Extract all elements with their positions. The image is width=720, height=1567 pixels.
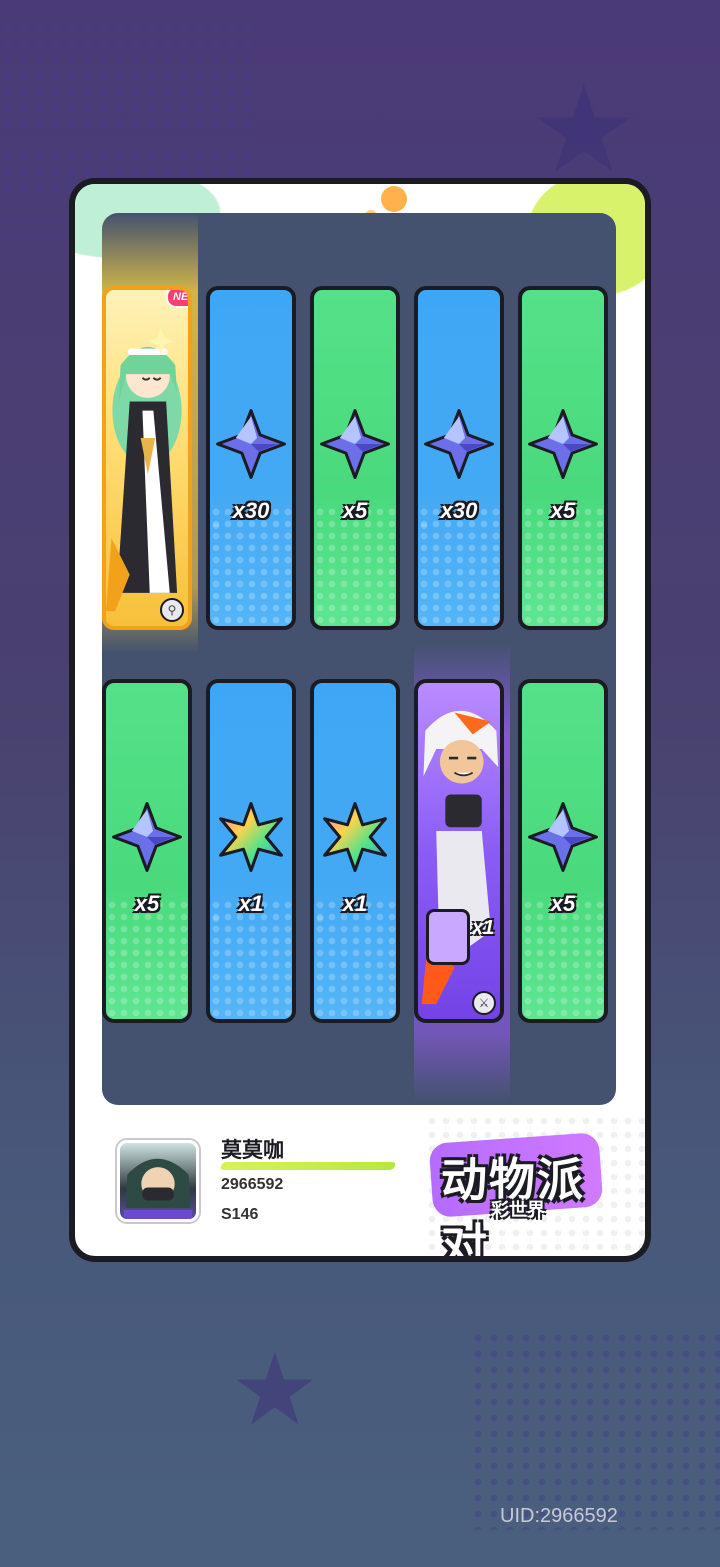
halftone-pattern xyxy=(210,506,292,626)
player-avatar[interactable] xyxy=(117,1140,199,1222)
item-quantity: x1 xyxy=(342,891,368,916)
result-slot-item[interactable]: x30 xyxy=(414,286,504,630)
result-slot-item[interactable]: x1 xyxy=(206,679,296,1023)
player-name: 莫莫咖 xyxy=(221,1139,284,1162)
avatar-portrait xyxy=(123,1158,193,1219)
character-portrait-white-hair xyxy=(421,710,499,1005)
key-icon: ⚲ xyxy=(160,598,184,622)
item-quantity: x5 xyxy=(134,891,160,916)
halftone-pattern xyxy=(522,899,604,1019)
item-quantity: x5 xyxy=(550,498,576,523)
result-slot-item[interactable]: x5 xyxy=(518,286,608,630)
player-id: 2966592 xyxy=(221,1176,284,1193)
item-quantity: x30 xyxy=(232,498,270,523)
halftone-pattern xyxy=(522,506,604,626)
blue-star-crystal-icon xyxy=(314,406,396,486)
item-quantity: x5 xyxy=(342,498,368,523)
result-slot-character-gold[interactable]: NEW ⚲ xyxy=(102,286,192,630)
character-quantity: x1 xyxy=(472,917,495,939)
background-star-icon: ★ xyxy=(530,63,638,197)
result-slot-character-purple[interactable]: x1 ⚔ xyxy=(414,679,504,1023)
halftone-pattern xyxy=(106,899,188,1019)
blue-star-crystal-icon xyxy=(210,406,292,486)
player-footer: 莫莫咖 2966592 S146 动物派对 彩世界 xyxy=(75,1114,645,1256)
item-quantity: x30 xyxy=(440,498,478,523)
rainbow-star-crystal-icon xyxy=(210,799,292,879)
blue-star-crystal-icon xyxy=(418,406,500,486)
game-logo: 动物派对 彩世界 xyxy=(428,1126,607,1256)
halftone-pattern xyxy=(418,506,500,626)
result-slot-item[interactable]: x1 xyxy=(310,679,400,1023)
result-slot-item[interactable]: x30 xyxy=(206,286,296,630)
halftone-pattern xyxy=(314,899,396,1019)
result-slot-item[interactable]: x5 xyxy=(102,679,192,1023)
result-slot-item[interactable]: x5 xyxy=(310,286,400,630)
player-server: S146 xyxy=(221,1206,259,1223)
background-star-icon-2: ★ xyxy=(230,1334,320,1446)
item-quantity: x5 xyxy=(550,891,576,916)
results-panel: NEW ⚲ x30 x5 x30 xyxy=(102,213,616,1105)
halftone-pattern xyxy=(314,506,396,626)
item-quantity: x1 xyxy=(238,891,264,916)
blue-star-crystal-icon xyxy=(522,406,604,486)
result-slot-item[interactable]: x5 xyxy=(518,679,608,1023)
character-mini-avatar xyxy=(426,909,470,965)
rainbow-star-crystal-icon xyxy=(314,799,396,879)
paint-dot xyxy=(381,186,407,212)
blue-star-crystal-icon xyxy=(522,799,604,879)
blue-star-crystal-icon xyxy=(106,799,188,879)
new-badge: NEW xyxy=(166,290,188,308)
background-dots-2 xyxy=(470,1330,720,1530)
gacha-result-card: NEW ⚲ x30 x5 x30 xyxy=(69,178,651,1262)
character-portrait-green-hair xyxy=(106,328,182,612)
logo-sub-text: 彩世界 xyxy=(491,1200,545,1220)
halftone-pattern xyxy=(210,899,292,1019)
uid-label: UID:2966592 xyxy=(500,1505,618,1527)
sword-icon: ⚔ xyxy=(472,991,496,1015)
